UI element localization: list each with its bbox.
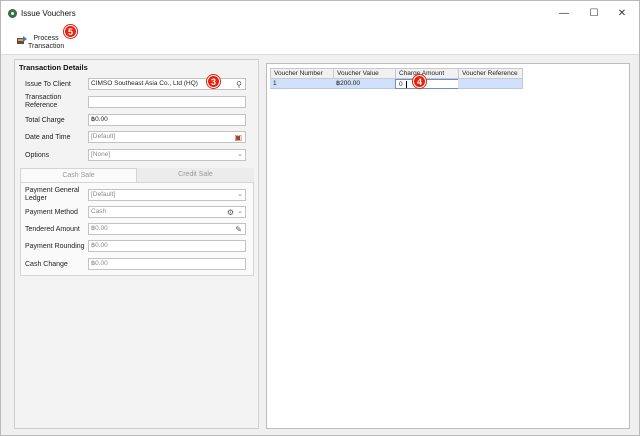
step-badge-4: 4 <box>413 75 426 88</box>
options-select[interactable]: [None] ⌄ <box>88 149 246 161</box>
issue-to-client-field[interactable]: CIMSO Southeast Asia Co., Ltd (HQ) ⚲ <box>88 78 246 90</box>
chevron-down-icon[interactable]: ⌄ <box>237 190 243 200</box>
column-header-voucher-reference[interactable]: Voucher Reference <box>458 68 523 79</box>
toolbar: Process Transaction 5 <box>1 25 639 55</box>
minimize-button[interactable]: — <box>549 1 579 25</box>
transaction-reference-field[interactable] <box>88 96 246 108</box>
text-caret <box>406 81 407 88</box>
payment-method-icon: ⚙ <box>226 208 234 217</box>
calendar-icon[interactable]: ▣ <box>234 133 242 142</box>
payment-general-ledger-label: Payment General Ledger <box>25 187 80 202</box>
sale-tabs: Cash Sale Credit Sale <box>20 168 254 182</box>
payment-general-ledger-select[interactable]: [Default] ⌄ <box>88 189 246 201</box>
search-icon[interactable]: ⚲ <box>236 80 242 89</box>
tendered-amount-value: ฿0.00 <box>91 225 108 232</box>
tendered-amount-label: Tendered Amount <box>25 226 80 233</box>
issue-vouchers-window: Issue Vouchers — ☐ ✕ Process Transaction… <box>0 0 640 436</box>
payment-rounding-label: Payment Rounding <box>25 243 85 250</box>
payment-method-value: Cash <box>91 208 107 215</box>
close-button[interactable]: ✕ <box>607 1 637 25</box>
tendered-amount-field[interactable]: ฿0.00 ✎ <box>88 223 246 235</box>
cash-change-field: ฿0.00 <box>88 258 246 270</box>
column-header-charge-amount[interactable]: Charge Amount <box>395 68 459 79</box>
cell-voucher-value[interactable]: ฿200.00 <box>333 79 396 89</box>
chevron-down-icon[interactable]: ⌄ <box>237 207 243 217</box>
window-title: Issue Vouchers <box>21 8 76 18</box>
options-value: [None] <box>91 151 111 158</box>
chevron-down-icon[interactable]: ⌄ <box>237 150 243 160</box>
step-badge-3: 3 <box>207 75 220 88</box>
column-header-voucher-value[interactable]: Voucher Value <box>333 68 396 79</box>
app-icon <box>8 8 17 18</box>
process-transaction-label: Process Transaction <box>28 35 65 50</box>
date-and-time-label: Date and Time <box>25 134 71 141</box>
payment-method-label: Payment Method <box>25 209 78 216</box>
title-bar: Issue Vouchers — ☐ ✕ <box>1 1 639 25</box>
voucher-grid-panel: Voucher Number Voucher Value Charge Amou… <box>266 63 630 429</box>
transaction-reference-label: Transaction Reference <box>25 94 62 109</box>
cell-voucher-number[interactable]: 1 <box>270 79 334 89</box>
transaction-details-title: Transaction Details <box>19 63 88 72</box>
issue-to-client-value: CIMSO Southeast Asia Co., Ltd (HQ) <box>91 80 198 87</box>
total-charge-field: ฿0.00 <box>88 114 246 126</box>
date-and-time-field[interactable]: [Default] ▣ <box>88 131 246 143</box>
payment-general-ledger-value: [Default] <box>91 191 116 198</box>
issue-to-client-label: Issue To Client <box>25 81 71 88</box>
total-charge-label: Total Charge <box>25 117 65 124</box>
payment-method-select[interactable]: Cash ⚙ ⌄ <box>88 206 246 218</box>
maximize-button[interactable]: ☐ <box>579 1 609 25</box>
cell-voucher-reference[interactable] <box>458 79 523 89</box>
charge-amount-value: 0 <box>399 81 403 88</box>
column-header-voucher-number[interactable]: Voucher Number <box>270 68 334 79</box>
options-label: Options <box>25 152 50 159</box>
process-transaction-button[interactable]: Process Transaction <box>13 31 69 53</box>
cell-charge-amount-input[interactable]: 0 <box>395 79 459 89</box>
transaction-details-panel: Transaction Details Issue To Client CIMS… <box>14 59 259 429</box>
cash-change-label: Cash Change <box>25 261 68 268</box>
step-badge-5: 5 <box>64 25 77 38</box>
edit-icon[interactable]: ✎ <box>235 225 242 234</box>
date-and-time-value: [Default] <box>91 133 116 140</box>
payment-rounding-field: ฿0.00 <box>88 240 246 252</box>
tab-cash-sale[interactable]: Cash Sale <box>20 168 137 182</box>
tab-credit-sale[interactable]: Credit Sale <box>137 168 254 182</box>
process-transaction-icon <box>17 36 27 44</box>
